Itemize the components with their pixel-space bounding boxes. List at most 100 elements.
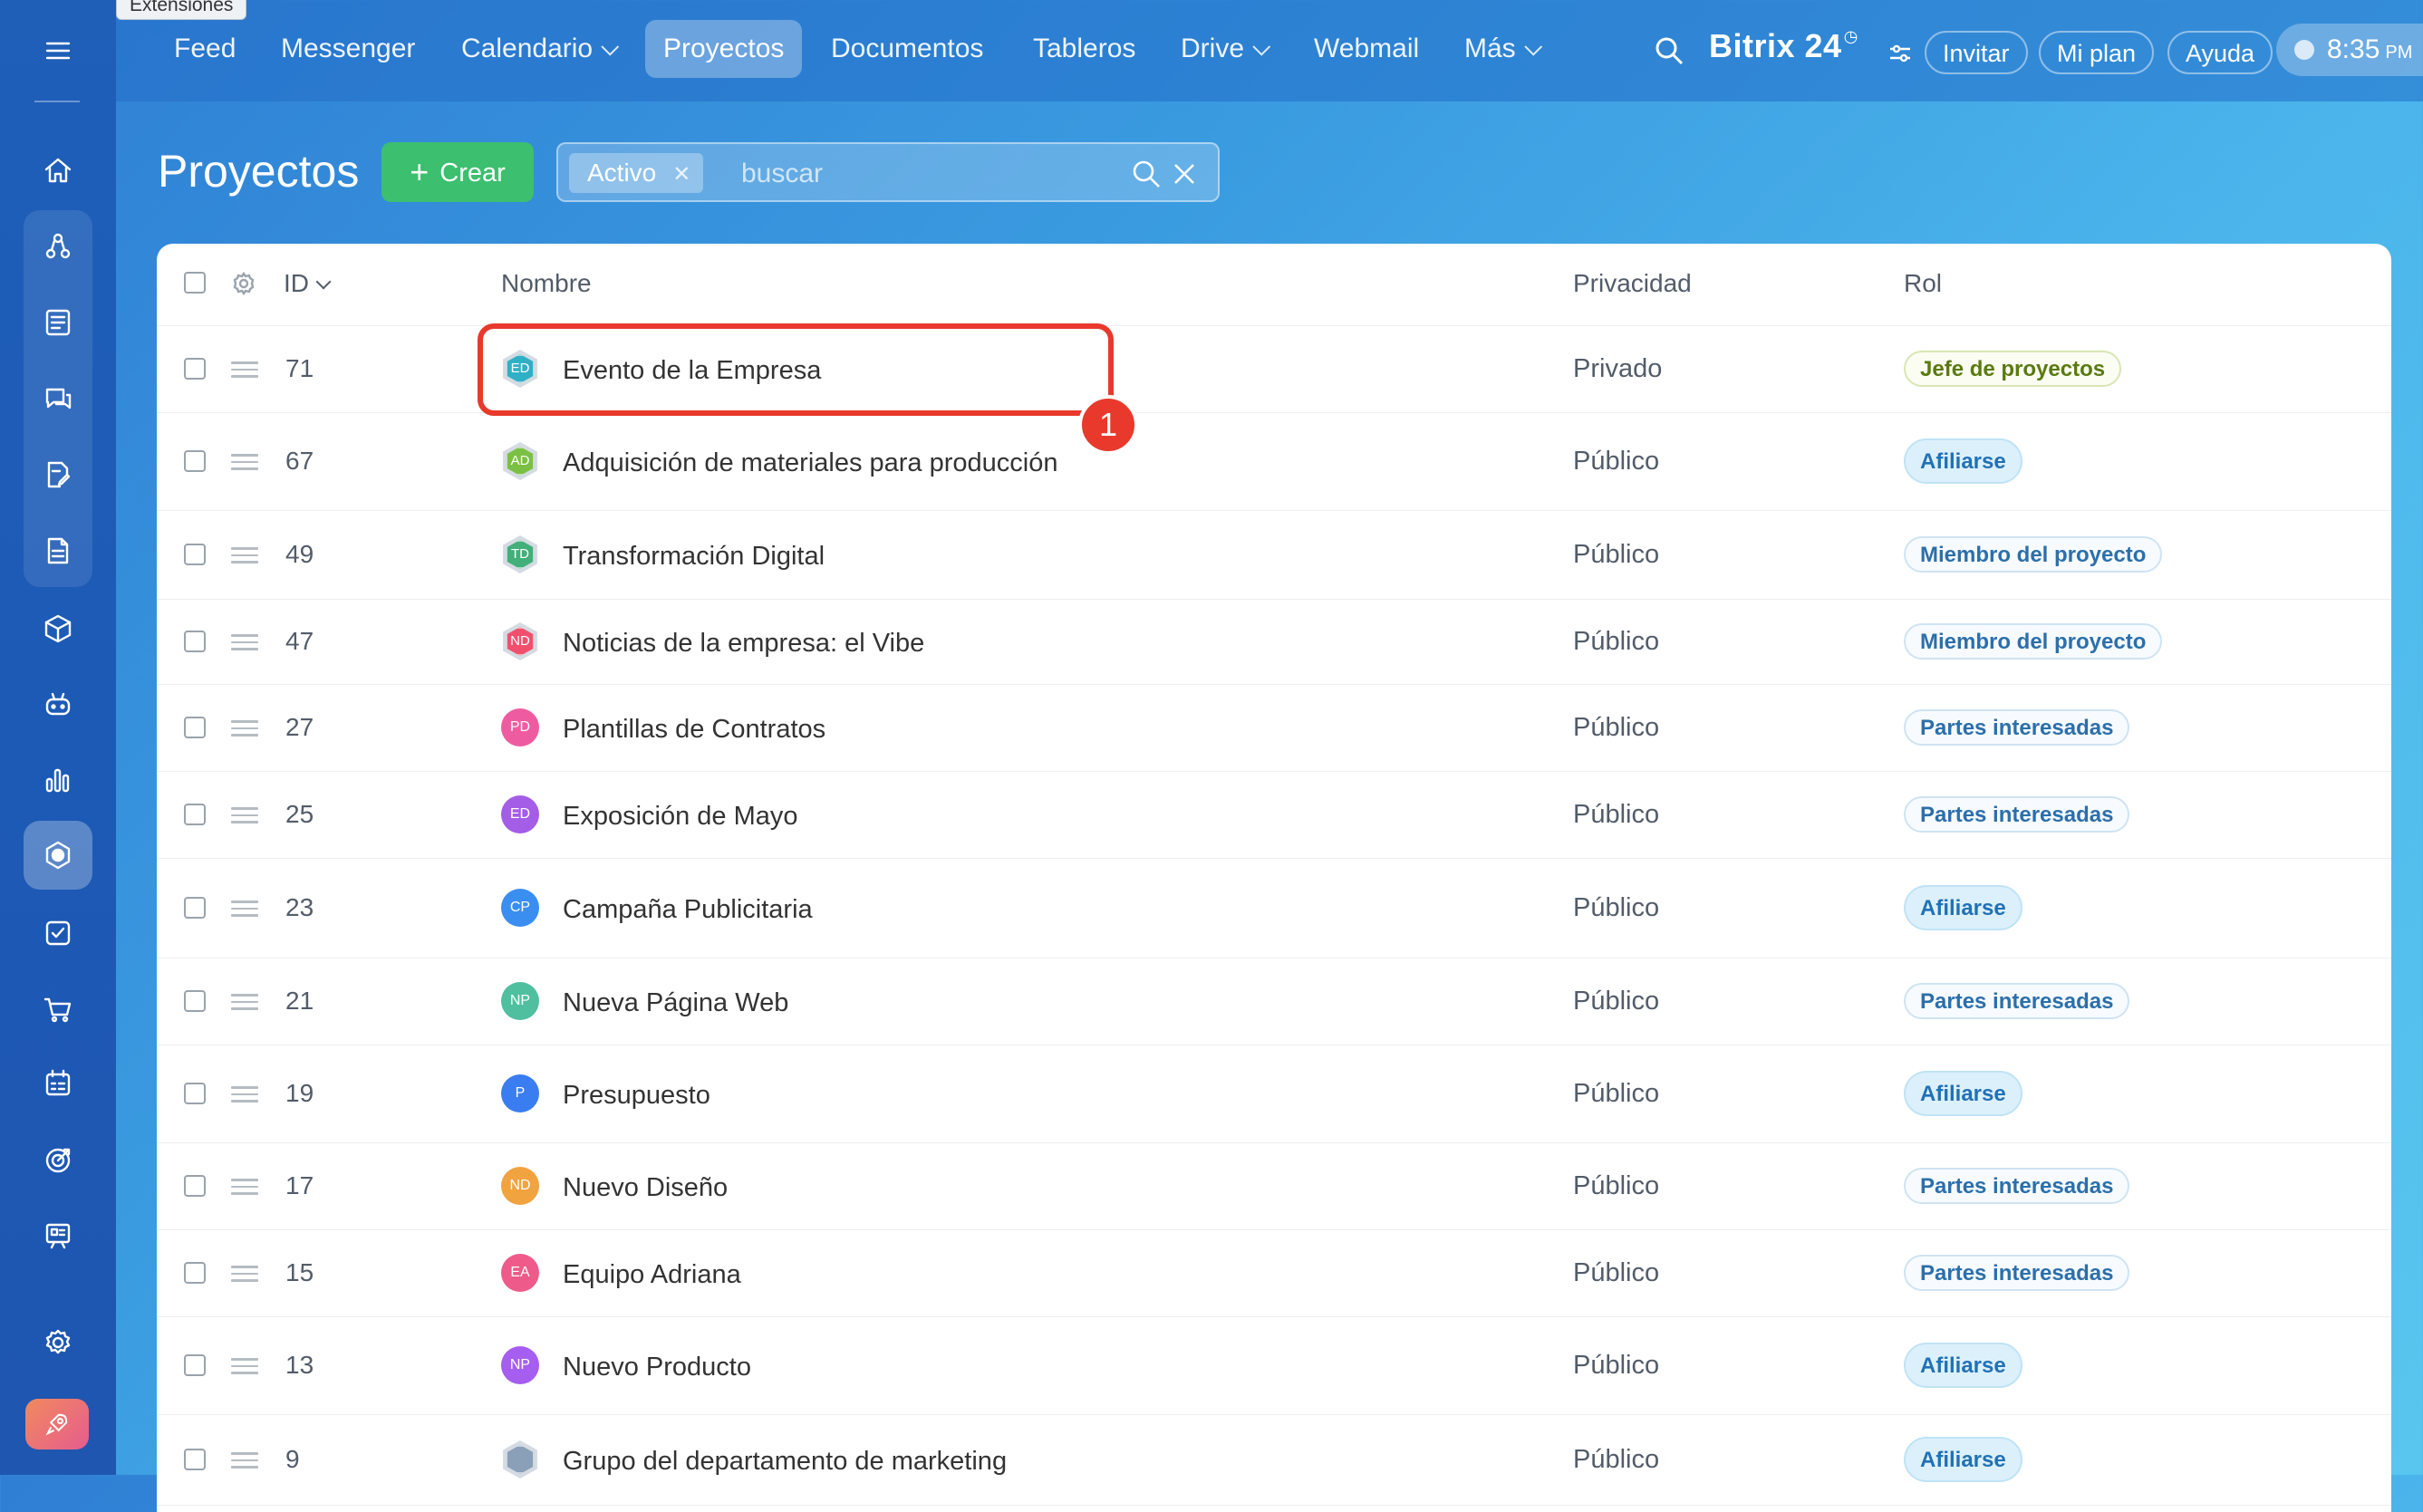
project-name-link[interactable]: Noticias de la empresa: el Vibe xyxy=(563,629,924,659)
project-avatar[interactable]: ND xyxy=(501,1167,539,1205)
presentation-icon[interactable] xyxy=(24,1201,92,1270)
nav-calendar[interactable]: Calendario xyxy=(443,20,631,78)
project-name-link[interactable]: Presupuesto xyxy=(563,1081,710,1111)
project-name-link[interactable]: Equipo Adriana xyxy=(563,1260,741,1290)
table-row[interactable]: 23 CP Campaña Publicitaria Público Afiliarse xyxy=(157,858,2391,958)
menu-icon[interactable] xyxy=(24,16,92,85)
nav-boards[interactable]: Tableros xyxy=(1015,20,1154,78)
drag-handle-icon[interactable] xyxy=(231,900,258,917)
project-avatar[interactable]: CP xyxy=(501,889,539,927)
drag-handle-icon[interactable] xyxy=(231,634,258,650)
project-avatar[interactable]: AD xyxy=(503,442,537,480)
drag-handle-icon[interactable] xyxy=(231,454,258,470)
search-icon[interactable] xyxy=(1131,159,1162,189)
filter-search-box[interactable]: Activo ✕ xyxy=(556,142,1220,202)
row-checkbox[interactable] xyxy=(184,1354,206,1376)
project-avatar[interactable]: NP xyxy=(501,1346,539,1384)
project-name-link[interactable]: Exposición de Mayo xyxy=(563,802,798,832)
project-name-link[interactable]: Grupo del departamento de marketing xyxy=(563,1447,1007,1477)
project-name-link[interactable]: Nuevo Diseño xyxy=(563,1173,728,1203)
help-button[interactable]: Ayuda xyxy=(2167,31,2273,74)
clock-widget[interactable]: 8:35 PM xyxy=(2276,24,2423,76)
global-search-icon[interactable] xyxy=(1653,34,1685,67)
document-icon[interactable] xyxy=(24,516,92,585)
nav-documents[interactable]: Documentos xyxy=(813,20,1001,78)
drag-handle-icon[interactable] xyxy=(231,720,258,737)
project-name-link[interactable]: Plantillas de Contratos xyxy=(563,715,825,745)
column-header-id[interactable]: ID xyxy=(284,269,332,298)
row-checkbox[interactable] xyxy=(184,804,206,825)
row-checkbox[interactable] xyxy=(184,631,206,652)
project-name-link[interactable]: Campaña Publicitaria xyxy=(563,895,813,925)
home-icon[interactable] xyxy=(24,136,92,205)
project-name-link[interactable]: Nueva Página Web xyxy=(563,988,788,1018)
project-avatar[interactable] xyxy=(503,1440,537,1478)
drag-handle-icon[interactable] xyxy=(231,361,258,378)
row-checkbox[interactable] xyxy=(184,897,206,919)
gear-icon[interactable] xyxy=(231,271,256,296)
table-row[interactable]: 17 ND Nuevo Diseño Público Partes interesada… xyxy=(157,1142,2391,1230)
column-header-privacy[interactable]: Privacidad xyxy=(1573,269,1692,298)
nav-feed[interactable]: Feed xyxy=(156,20,254,78)
rocket-icon[interactable] xyxy=(25,1399,89,1449)
table-row[interactable]: 13 NP Nuevo Producto Público Afiliarse xyxy=(157,1316,2391,1415)
project-avatar[interactable]: NP xyxy=(501,982,539,1020)
box-icon[interactable] xyxy=(24,594,92,663)
tune-icon[interactable] xyxy=(1887,40,1914,67)
select-all-checkbox[interactable] xyxy=(184,272,206,294)
clear-icon[interactable] xyxy=(1171,160,1198,188)
create-button[interactable]: + Crear xyxy=(381,142,534,202)
project-name-link[interactable]: Transformación Digital xyxy=(563,542,825,572)
nav-drive[interactable]: Drive xyxy=(1163,20,1282,78)
nav-messenger[interactable]: Messenger xyxy=(263,20,433,78)
tasks-icon[interactable] xyxy=(24,899,92,968)
table-row[interactable]: 71 ED Evento de la Empresa Privado Jefe de p… xyxy=(157,325,2391,413)
nav-more[interactable]: Más xyxy=(1446,20,1554,78)
row-checkbox[interactable] xyxy=(184,358,206,380)
join-button[interactable]: Afiliarse xyxy=(1904,885,2022,930)
project-avatar[interactable]: TD xyxy=(503,535,537,573)
table-row[interactable]: 19 P Presupuesto Público Afiliarse xyxy=(157,1045,2391,1143)
row-checkbox[interactable] xyxy=(184,990,206,1012)
column-header-name[interactable]: Nombre xyxy=(501,269,592,298)
drag-handle-icon[interactable] xyxy=(231,1452,258,1469)
column-header-role[interactable]: Rol xyxy=(1904,269,1942,298)
project-name-link[interactable]: Evento de la Empresa xyxy=(563,356,821,386)
invite-button[interactable]: Invitar xyxy=(1925,31,2028,74)
nav-webmail[interactable]: Webmail xyxy=(1296,20,1437,78)
table-row[interactable]: 9 Grupo del departamento de marketing Públ… xyxy=(157,1414,2391,1506)
row-checkbox[interactable] xyxy=(184,544,206,565)
search-input[interactable] xyxy=(739,151,1124,197)
workflow-icon[interactable] xyxy=(24,212,92,281)
schedule-icon[interactable] xyxy=(24,1049,92,1118)
row-checkbox[interactable] xyxy=(184,450,206,472)
table-row[interactable]: 67 AD Adquisición de materiales para produ… xyxy=(157,412,2391,511)
join-button[interactable]: Afiliarse xyxy=(1904,1437,2022,1482)
drag-handle-icon[interactable] xyxy=(231,1179,258,1195)
project-name-link[interactable]: Nuevo Producto xyxy=(563,1353,751,1382)
chat-icon[interactable] xyxy=(24,364,92,433)
filter-chip-active[interactable]: Activo ✕ xyxy=(569,153,704,193)
project-avatar[interactable]: ED xyxy=(501,795,539,833)
table-row[interactable]: 15 EA Equipo Adriana Público Partes interesa… xyxy=(157,1229,2391,1317)
table-row[interactable]: 49 TD Transformación Digital Público Miembro… xyxy=(157,510,2391,600)
drag-handle-icon[interactable] xyxy=(231,1086,258,1103)
cart-icon[interactable] xyxy=(24,975,92,1044)
project-avatar[interactable]: ED xyxy=(503,350,537,388)
drag-handle-icon[interactable] xyxy=(231,807,258,823)
my-plan-button[interactable]: Mi plan xyxy=(2039,31,2155,74)
project-avatar[interactable]: ND xyxy=(503,622,537,660)
row-checkbox[interactable] xyxy=(184,1083,206,1104)
drag-handle-icon[interactable] xyxy=(231,547,258,563)
row-checkbox[interactable] xyxy=(184,1449,206,1470)
target-icon[interactable] xyxy=(24,1125,92,1194)
join-button[interactable]: Afiliarse xyxy=(1904,1343,2022,1388)
robot-icon[interactable] xyxy=(24,670,92,739)
table-row[interactable]: 21 NP Nueva Página Web Público Partes intere… xyxy=(157,958,2391,1045)
row-checkbox[interactable] xyxy=(184,717,206,738)
close-icon[interactable]: ✕ xyxy=(672,162,690,187)
table-row[interactable]: 47 ND Noticias de la empresa: el Vibe Públi… xyxy=(157,599,2391,685)
join-button[interactable]: Afiliarse xyxy=(1904,1071,2022,1116)
project-avatar[interactable]: P xyxy=(501,1074,539,1112)
analytics-icon[interactable] xyxy=(24,745,92,814)
